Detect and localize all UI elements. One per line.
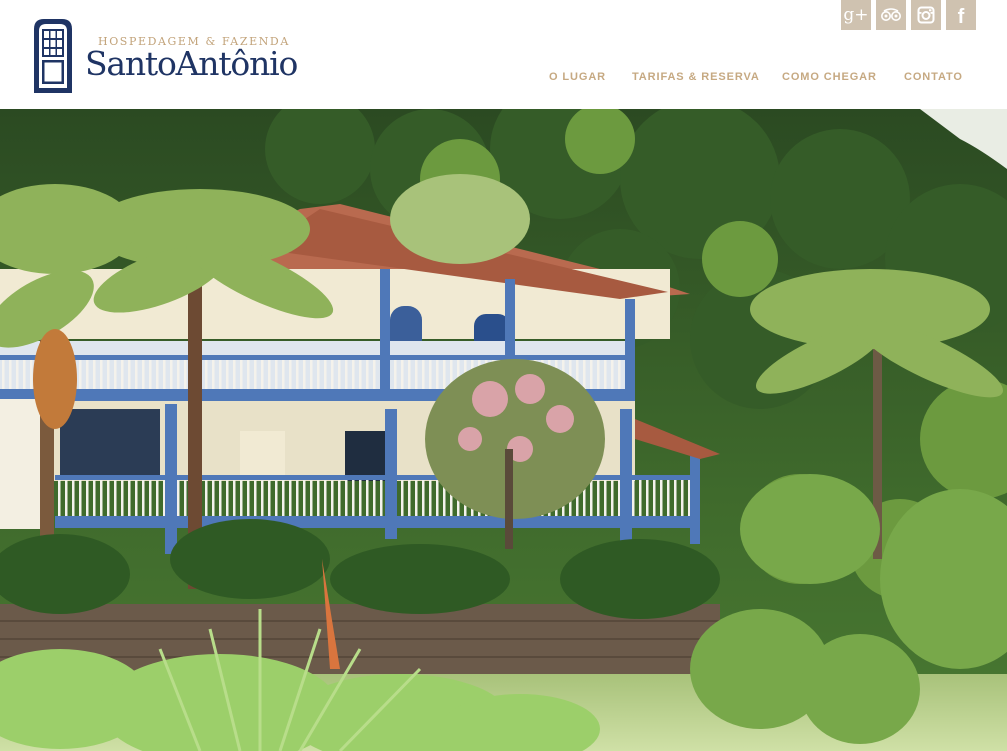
tripadvisor-button[interactable] [876, 0, 906, 30]
nav-item-como-chegar[interactable]: COMO CHEGAR [782, 71, 877, 83]
facebook-icon: f [957, 5, 965, 28]
nav-item-contato[interactable]: CONTATO [904, 71, 963, 83]
google-plus-button[interactable]: g+ [841, 0, 871, 30]
instagram-icon [917, 6, 935, 24]
facebook-button[interactable]: f [946, 0, 976, 30]
nav-item-tarifas-reserva[interactable]: TARIFAS & RESERVA [632, 71, 760, 83]
nav-item-o-lugar[interactable]: O LUGAR [549, 71, 606, 83]
google-plus-icon: g+ [843, 4, 869, 25]
site-header: HOSPEDAGEM & FAZENDA SantoAntônio g+ f O… [0, 0, 1007, 109]
main-nav: O LUGAR TARIFAS & RESERVA COMO CHEGAR CO… [0, 71, 1007, 85]
tripadvisor-icon [881, 8, 901, 21]
instagram-button[interactable] [911, 0, 941, 30]
hero-image [0, 109, 1007, 751]
